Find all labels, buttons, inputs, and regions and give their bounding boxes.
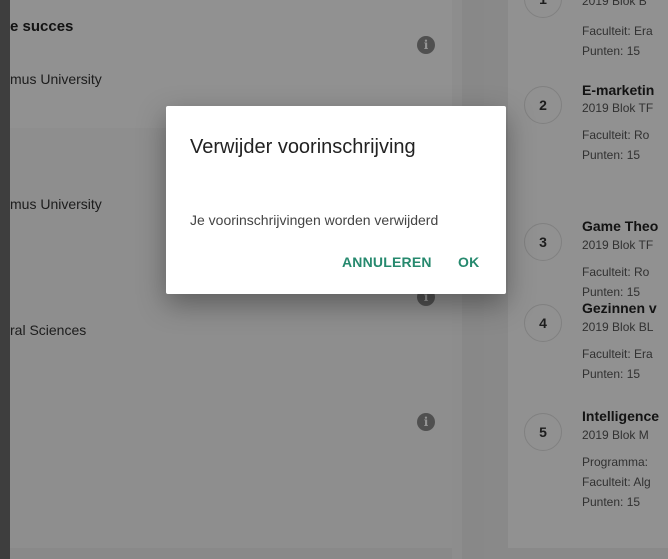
dialog-message: Je voorinschrijvingen worden verwijderd <box>190 212 439 228</box>
confirm-dialog: Verwijder voorinschrijving Je voorinschr… <box>166 106 506 294</box>
cancel-button[interactable]: ANNULEREN <box>342 254 432 270</box>
ok-button[interactable]: OK <box>458 254 479 270</box>
dialog-title: Verwijder voorinschrijving <box>190 136 416 158</box>
